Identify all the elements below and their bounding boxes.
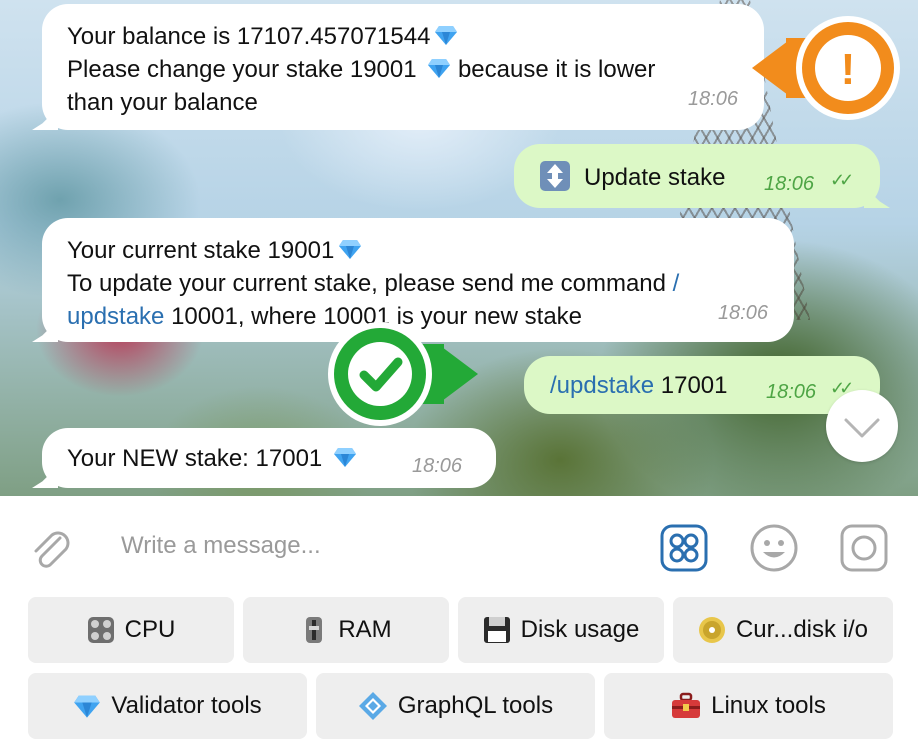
paperclip-icon[interactable]	[26, 524, 74, 572]
double-check-icon: ✓✓	[830, 170, 854, 190]
gem-icon	[333, 448, 356, 467]
gem-icon	[339, 240, 362, 259]
gem-icon	[428, 59, 451, 78]
message-text: Update stake	[584, 164, 726, 191]
message-line: Your current stake 19001	[67, 234, 770, 267]
bot-keyboard: CPU RAM Disk usage Cur...disk i/o Valida…	[0, 582, 918, 756]
message-time: 18:06	[766, 381, 817, 403]
message-line: than your balance	[67, 89, 258, 116]
keyboard-button-label: Cur...disk i/o	[735, 616, 869, 643]
keyboard-button-disk-io[interactable]: Cur...disk i/o	[673, 597, 893, 663]
gem-icon	[74, 695, 101, 718]
emoji-icon[interactable]	[749, 523, 799, 573]
keyboard-button-label: Linux tools	[711, 692, 826, 719]
command-link[interactable]: updstake	[67, 303, 164, 330]
bot-keyboard-icon[interactable]	[660, 524, 708, 572]
message-time: 18:06	[764, 173, 815, 195]
chevron-down-icon	[844, 418, 880, 438]
message-line: Your balance is 17107.457071544	[67, 20, 740, 53]
gem-icon	[435, 26, 458, 45]
message-time: 18:06	[717, 302, 768, 324]
incoming-message: Your balance is 17107.457071544 Please c…	[42, 4, 764, 130]
keyboard-button-label: GraphQL tools	[397, 692, 554, 719]
message-time: 18:06	[412, 455, 463, 477]
keyboard-button-ram[interactable]: RAM	[243, 597, 449, 663]
incoming-message: Your NEW stake: 17001 18:06	[42, 428, 496, 488]
outgoing-message: Update stake 18:06 ✓✓	[514, 144, 880, 208]
message-text: /updstake 17001	[550, 372, 728, 399]
message-input[interactable]: Write a message...	[121, 532, 321, 560]
message-line: Please change your stake 19001 because i…	[67, 56, 656, 83]
keyboard-button-graphql-tools[interactable]: GraphQL tools	[316, 673, 595, 739]
keyboard-button-validator-tools[interactable]: Validator tools	[28, 673, 307, 739]
chat-area: Your balance is 17107.457071544 Please c…	[0, 0, 918, 496]
command-link[interactable]: /updstake	[550, 372, 654, 399]
level-slider-icon	[306, 617, 323, 643]
keyboard-button-label: RAM	[338, 616, 392, 643]
keyboard-button-label: CPU	[124, 616, 176, 643]
toolbox-icon	[672, 692, 701, 718]
up-down-arrow-icon	[540, 161, 570, 191]
diamond-shape-icon	[358, 692, 387, 720]
keyboard-button-cpu[interactable]: CPU	[28, 597, 234, 663]
svg-text:!: !	[841, 45, 856, 94]
scroll-down-button[interactable]	[826, 390, 898, 462]
dvd-icon	[698, 617, 725, 643]
camera-icon[interactable]	[839, 523, 889, 573]
warning-badge-icon: !	[752, 16, 900, 120]
keyboard-button-disk-usage[interactable]: Disk usage	[458, 597, 664, 663]
command-link[interactable]: /	[673, 270, 680, 297]
message-line: To update your current stake, please sen…	[67, 270, 680, 297]
control-knobs-icon	[87, 617, 114, 643]
message-time: 18:06	[687, 88, 738, 110]
floppy-disk-icon	[483, 617, 510, 643]
keyboard-button-linux-tools[interactable]: Linux tools	[604, 673, 893, 739]
checkmark-badge-icon	[328, 322, 478, 426]
keyboard-button-label: Validator tools	[111, 692, 262, 719]
message-text: Your NEW stake: 17001	[67, 442, 357, 475]
keyboard-button-label: Disk usage	[520, 616, 640, 643]
